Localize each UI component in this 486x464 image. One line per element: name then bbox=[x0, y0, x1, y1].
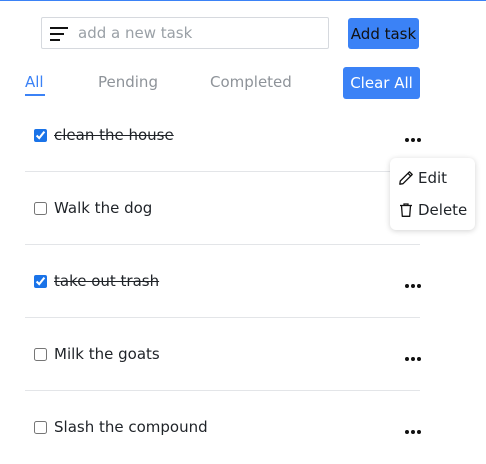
task-label: take out trash bbox=[54, 272, 160, 290]
delete-menu-item[interactable]: Delete bbox=[398, 199, 470, 221]
task-label: Walk the dog bbox=[54, 199, 153, 217]
trash-icon bbox=[400, 203, 412, 217]
menu-icon bbox=[50, 27, 68, 41]
more-options-icon[interactable] bbox=[404, 427, 422, 437]
tab-active-underline bbox=[25, 94, 45, 96]
tab-completed[interactable]: Completed bbox=[210, 72, 292, 92]
task-label: Slash the compound bbox=[54, 418, 208, 436]
edit-menu-item[interactable]: Edit bbox=[398, 167, 470, 189]
task-context-menu: Edit Delete bbox=[390, 158, 475, 230]
more-options-icon[interactable] bbox=[404, 354, 422, 364]
task-row: take out trash bbox=[25, 245, 422, 318]
task-label: Milk the goats bbox=[54, 345, 160, 363]
more-options-icon[interactable] bbox=[404, 281, 422, 291]
task-input-container bbox=[41, 17, 329, 49]
task-checkbox[interactable] bbox=[34, 275, 47, 288]
pencil-icon bbox=[399, 171, 413, 185]
top-accent-line bbox=[0, 0, 486, 1]
task-row: Milk the goats bbox=[25, 318, 422, 391]
task-checkbox[interactable] bbox=[34, 348, 47, 361]
more-options-icon[interactable] bbox=[404, 135, 422, 145]
task-checkbox[interactable] bbox=[34, 129, 47, 142]
delete-label: Delete bbox=[418, 201, 468, 219]
task-row: clean the house bbox=[25, 99, 422, 172]
task-label: clean the house bbox=[54, 126, 174, 144]
task-checkbox[interactable] bbox=[34, 202, 47, 215]
edit-label: Edit bbox=[418, 169, 448, 187]
task-checkbox[interactable] bbox=[34, 421, 47, 434]
clear-all-button[interactable]: Clear All bbox=[343, 67, 420, 99]
task-row: Walk the dog bbox=[25, 172, 420, 245]
task-row: Slash the compound bbox=[25, 391, 422, 464]
new-task-input[interactable] bbox=[78, 18, 318, 48]
tab-pending[interactable]: Pending bbox=[98, 72, 158, 92]
add-task-button[interactable]: Add task bbox=[348, 18, 419, 49]
tab-all[interactable]: All bbox=[25, 72, 44, 92]
